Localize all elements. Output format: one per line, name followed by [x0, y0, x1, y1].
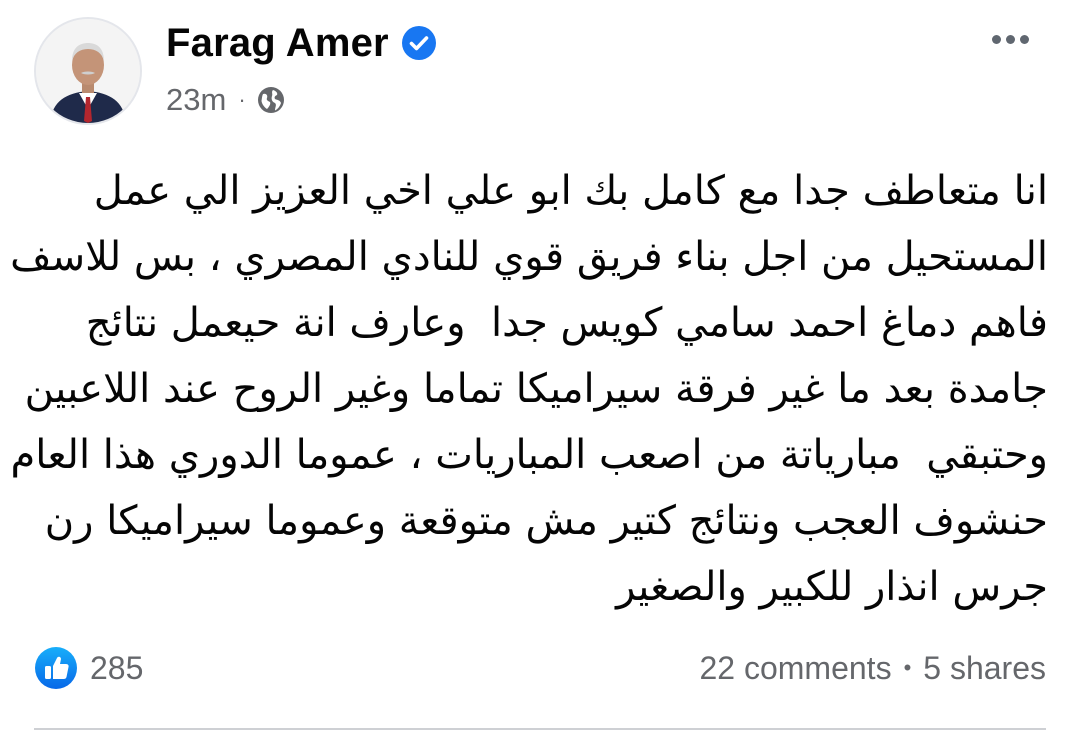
- reactions-count: 285: [90, 649, 144, 686]
- comments-count-link[interactable]: 22 comments: [699, 650, 891, 687]
- engagement-summary: 22 comments • 5 shares: [699, 645, 1046, 691]
- more-options-icon: [991, 34, 1001, 44]
- more-options-button[interactable]: [980, 22, 1040, 56]
- like-reaction-icon: [34, 646, 78, 690]
- post-text-line: فاهم دماغ احمد سامي كويس جدا وعارف انة ح…: [85, 300, 1048, 346]
- shares-count-link[interactable]: 5 shares: [923, 650, 1046, 687]
- post-text-line: انا متعاطف جدا مع كامل بك ابو علي اخي ال…: [93, 168, 1048, 214]
- post-meta: 23m ·: [166, 80, 286, 120]
- author-name[interactable]: Farag Amer: [166, 21, 389, 66]
- divider: [34, 728, 1046, 730]
- engagement-separator: •: [903, 655, 912, 680]
- post-text: انا متعاطف جدا مع كامل بك ابو علي اخي ال…: [0, 158, 1048, 620]
- globe-icon[interactable]: [256, 85, 286, 115]
- post-text-line: جرس انذار للكبير والصغير: [616, 564, 1048, 610]
- post-text-line: جامدة بعد ما غير فرقة سيراميكا تماما وغي…: [24, 366, 1048, 412]
- facebook-post: Farag Amer 23m · انا متعاطف جدا مع كامل …: [0, 0, 1080, 733]
- author-row: Farag Amer: [166, 18, 437, 68]
- post-text-line: حنشوف العجب ونتائج كتير مش متوقعة وعموما…: [44, 498, 1048, 544]
- reactions-summary[interactable]: 285: [34, 645, 143, 691]
- more-options-icon: [1005, 34, 1015, 44]
- more-options-icon: [1019, 34, 1029, 44]
- meta-separator: ·: [238, 87, 246, 112]
- post-text-line: وحتبقي مبارياتة من اصعب المباريات ، عموم…: [10, 432, 1048, 478]
- avatar[interactable]: [34, 17, 142, 125]
- post-timestamp[interactable]: 23m: [166, 82, 226, 118]
- verified-badge-icon: [401, 25, 437, 61]
- post-text-line: المستحيل من اجل بناء فريق قوي للنادي الم…: [0, 234, 1048, 280]
